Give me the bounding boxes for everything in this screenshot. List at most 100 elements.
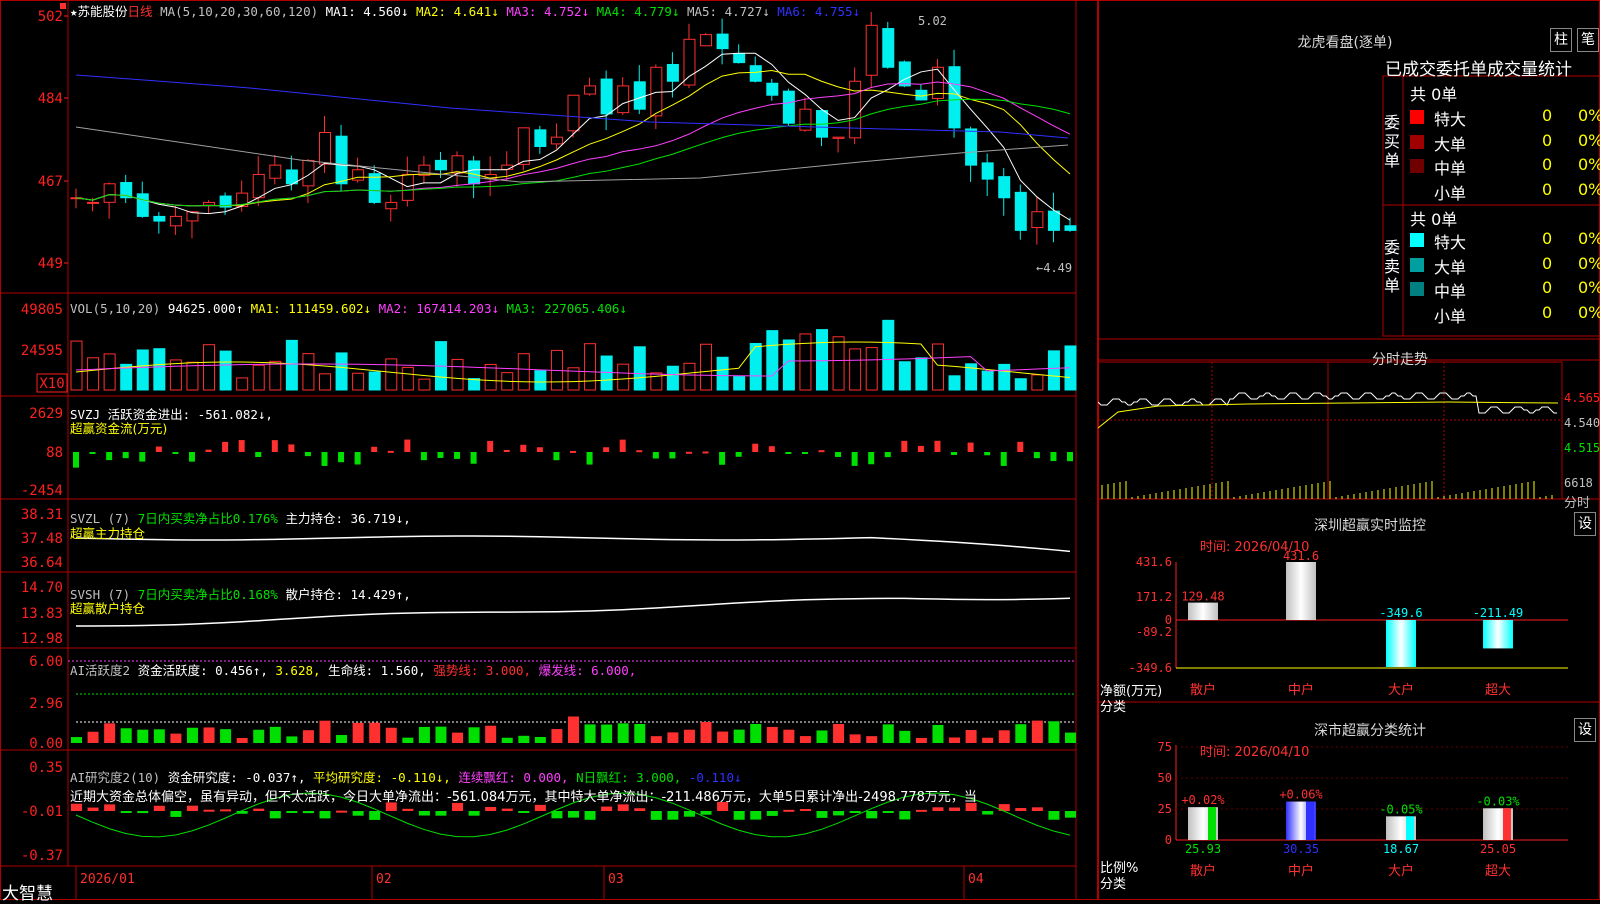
ai1-bar — [468, 727, 480, 743]
volume-bar — [319, 373, 331, 391]
vol-value: 94625.000↑ — [167, 301, 244, 316]
candle-body — [749, 65, 762, 82]
bar-mode-button[interactable]: 柱 — [1550, 28, 1572, 52]
lhb-title[interactable]: 龙虎看盘(逐单) — [1280, 32, 1410, 52]
candle-body — [898, 61, 911, 87]
ai1-bar — [269, 726, 281, 743]
ai1-bar — [584, 724, 596, 743]
ai2-bar — [584, 811, 596, 820]
main-chart-area[interactable]: 2026/01 02 03 04 502 484 467 449 49805 24595 X10 26… — [0, 0, 1098, 900]
monitor-settings-button[interactable]: 设 — [1574, 512, 1596, 536]
ai2-bar — [137, 811, 149, 814]
candle-body — [87, 201, 100, 204]
candle-body — [882, 28, 895, 68]
svzj-bar — [437, 452, 444, 458]
ai2-bar — [269, 811, 281, 819]
candle-body — [948, 66, 961, 129]
row-swatch — [1410, 282, 1424, 296]
ai2-bar — [816, 811, 828, 818]
candle-body — [252, 173, 265, 199]
date-label-1: 02 — [376, 872, 392, 887]
ai2-bar — [418, 811, 430, 816]
svzl-ratio: 7日内买卖净占比0.176% — [137, 511, 278, 526]
candle-body — [666, 63, 679, 82]
row-swatch — [1410, 159, 1424, 173]
ai2-bar — [369, 811, 381, 820]
ai1-bar — [551, 729, 563, 743]
ai1-bar — [153, 729, 165, 743]
row-count: 0 — [1542, 253, 1553, 273]
candle-body — [517, 127, 530, 165]
ai2-bar — [700, 811, 712, 815]
vol-ma3: MA3: 227065.406↓ — [506, 301, 627, 316]
ai1-bar — [949, 737, 961, 743]
ai1-bar — [1065, 732, 1076, 743]
volume-bar — [219, 350, 232, 391]
svzj-bar — [387, 450, 394, 453]
svzl-line — [75, 535, 1071, 553]
svzl-axis-label: 36.64 — [21, 555, 63, 571]
svzj-bar — [106, 452, 113, 461]
svzl-subtitle: 超赢主力持仓 — [70, 526, 146, 541]
classify-settings-button[interactable]: 设 — [1574, 718, 1596, 742]
svzj-bar — [238, 440, 245, 452]
monitor-time: 时间: 2026/04/10 — [1200, 540, 1310, 555]
classify-xlabel: 分类 — [1100, 877, 1127, 892]
row-count: 0 — [1542, 155, 1553, 174]
ai2-bar — [104, 804, 116, 811]
ai2-bar — [402, 808, 414, 811]
order-row: 特大 0 0% — [1410, 229, 1600, 252]
svzj-bar — [801, 452, 808, 454]
volume-bar — [683, 362, 696, 391]
period-label[interactable]: 日线 — [128, 4, 153, 19]
classify-change-1: +0.06% — [1279, 788, 1323, 802]
ai1-bar — [501, 737, 513, 743]
ai2-bar — [253, 808, 265, 811]
ai1-axis-label: 6.00 — [29, 654, 63, 670]
stock-name[interactable]: ★苏能股份 — [70, 4, 128, 19]
volume-bar — [269, 360, 282, 391]
volume-bar — [418, 378, 431, 391]
vol-axis-label: 49805 — [21, 302, 63, 318]
price-axis-label: 467 — [38, 174, 63, 190]
candle-body — [650, 66, 663, 117]
row-name: 大单 — [1434, 134, 1467, 154]
volume-bar — [799, 333, 812, 391]
svzj-bar — [652, 452, 659, 459]
classify-category-3: 超大 — [1485, 864, 1511, 879]
svzj-bar — [984, 452, 991, 456]
ai2-bar — [882, 811, 894, 813]
ai1-p5: 爆发线: 6.000, — [538, 663, 637, 678]
tick-mode-button[interactable]: 笔 — [1577, 28, 1599, 52]
ai1-bar — [186, 727, 198, 743]
svzj-bar — [1067, 452, 1073, 462]
buy-total: 共 0单 — [1410, 85, 1458, 104]
intraday-title[interactable]: 分时走势 — [1280, 349, 1520, 369]
date-label-0: 2026/01 — [80, 872, 135, 887]
ai2-bar — [153, 805, 165, 811]
row-name: 大单 — [1434, 257, 1467, 277]
volume-bar — [87, 357, 100, 391]
ai2-bar — [302, 811, 314, 814]
svzl-axis-label: 38.31 — [21, 507, 63, 523]
ma4-value: MA4: 4.779↓ — [596, 4, 680, 19]
row-swatch — [1410, 306, 1424, 321]
row-swatch — [1410, 183, 1424, 198]
svzj-bar — [785, 452, 792, 454]
price-axis-label: 449 — [38, 256, 63, 272]
volume-bar — [136, 349, 149, 391]
classify-axis-label: 50 — [1158, 771, 1172, 785]
ai2-bar — [501, 808, 513, 811]
ai1-bar — [750, 723, 762, 743]
ai2-bar — [915, 809, 927, 812]
candle-body — [550, 136, 563, 145]
ai1-bar — [601, 724, 613, 743]
svzj-bar — [669, 452, 676, 459]
order-row: 小单 0 0% — [1410, 180, 1600, 203]
ai2-bar — [982, 811, 994, 815]
sell-label: 委卖单 — [1384, 238, 1401, 295]
volume-bar — [733, 376, 746, 391]
ai1-bar — [352, 722, 364, 743]
svzj-bar — [520, 444, 527, 452]
ai1-bar — [369, 722, 381, 743]
